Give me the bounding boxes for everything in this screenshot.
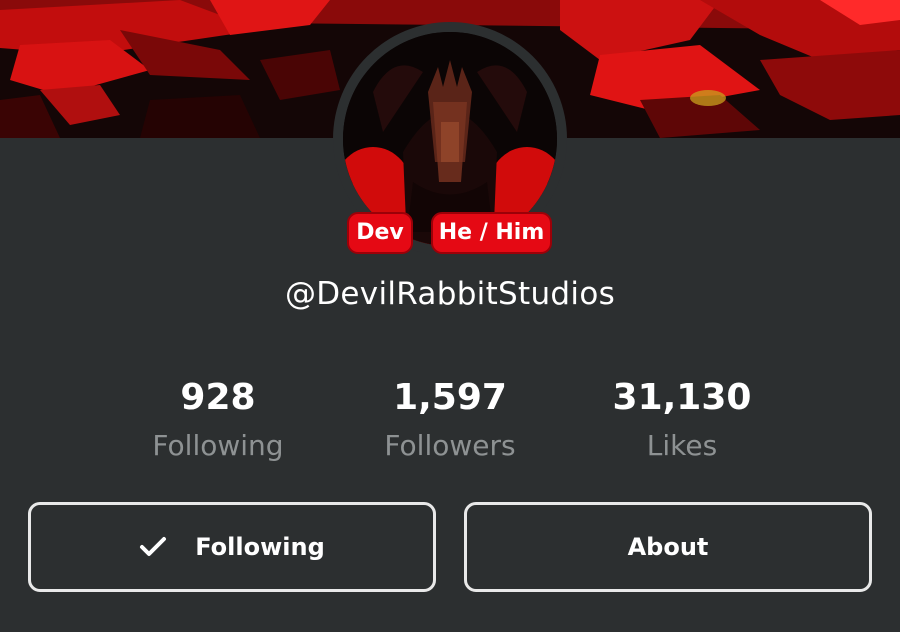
- about-button-label: About: [627, 533, 709, 561]
- stat-followers[interactable]: 1,597 Followers: [335, 376, 565, 464]
- stat-value: 1,597: [393, 377, 507, 418]
- following-button-label: Following: [195, 533, 325, 561]
- following-button[interactable]: Following: [28, 502, 436, 592]
- stat-label: Following: [152, 429, 284, 462]
- pronouns-badge: He / Him: [431, 212, 552, 254]
- stat-following[interactable]: 928 Following: [103, 376, 333, 464]
- stat-value: 31,130: [612, 377, 752, 418]
- role-badge: Dev: [347, 212, 413, 254]
- check-icon: [139, 535, 167, 559]
- about-button[interactable]: About: [464, 502, 872, 592]
- profile-page: Dev He / Him @DevilRabbitStudios 928 Fol…: [0, 0, 900, 632]
- stat-label: Followers: [384, 429, 516, 462]
- stat-value: 928: [180, 377, 256, 418]
- stat-label: Likes: [646, 429, 718, 462]
- stat-likes: 31,130 Likes: [567, 376, 797, 464]
- username: @DevilRabbitStudios: [284, 276, 616, 312]
